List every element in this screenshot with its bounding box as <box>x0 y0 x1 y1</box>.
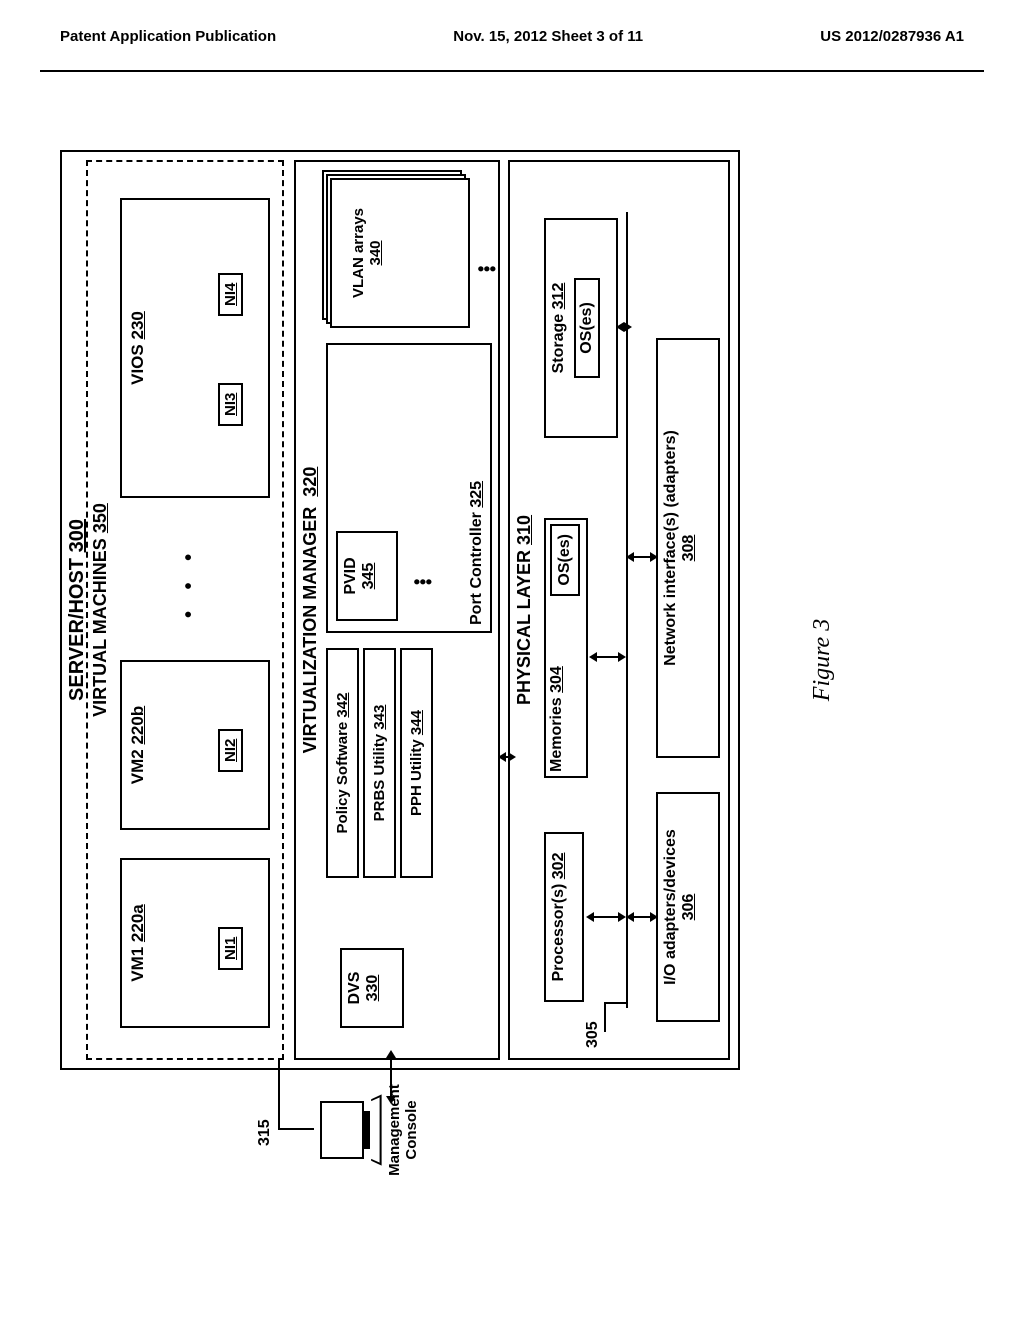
ni4-box: NI4 <box>218 273 243 316</box>
proc-bus-arrow <box>588 916 624 918</box>
nic-bus-arrow <box>628 556 656 558</box>
storage-box: Storage 312 OS(es) <box>544 218 618 438</box>
util-stack: Policy Software 342 PRBS Utility 343 PPH… <box>326 648 437 878</box>
prbs-utility-box: PRBS Utility 343 <box>363 648 396 878</box>
dvs-box: DVS330 <box>340 948 404 1028</box>
storage-bus-arrow <box>618 326 630 328</box>
header-left: Patent Application Publication <box>60 28 276 68</box>
mem-bus-arrow <box>591 656 624 658</box>
port-controller-label: Port Controller 325 <box>468 481 486 625</box>
bus-leader <box>604 1002 628 1032</box>
vm-layer-title: VIRTUAL MACHINES 350 <box>90 503 111 717</box>
virtual-machines-layer: VIRTUAL MACHINES 350 VM1 220a NI1 VM2 22… <box>86 160 284 1060</box>
figure-rotated-container: 315 Management Console SERVER/HOST 300 V… <box>60 140 800 1180</box>
vlan-card-1: VLAN arrays340 <box>330 178 470 328</box>
bus-ref: 305 <box>584 1021 602 1048</box>
server-host-box: SERVER/HOST 300 VIRTUAL MACHINES 350 VM1… <box>60 150 740 1070</box>
keyboard-icon <box>371 1094 381 1165</box>
page-header: Patent Application Publication Nov. 15, … <box>0 28 1024 68</box>
header-rule <box>40 70 984 72</box>
header-center: Nov. 15, 2012 Sheet 3 of 11 <box>453 28 643 68</box>
management-console: Management Console <box>320 1080 420 1180</box>
ni1-box: NI1 <box>218 927 243 970</box>
storage-oses: OS(es) <box>574 278 600 378</box>
policy-software-box: Policy Software 342 <box>326 648 359 878</box>
phys-title: PHYSICAL LAYER 310 <box>514 515 535 705</box>
port-controller-box: Port Controller 325 PVID345 ••• <box>326 343 492 633</box>
processors-box: Processor(s) 302 <box>544 832 584 1002</box>
io-adapters-box: I/O adapters/devices306 <box>656 792 720 1022</box>
vmgr-title: VIRTUALIZATION MANAGER 320 <box>300 467 321 754</box>
virtualization-manager-box: VIRTUALIZATION MANAGER 320 DVS330 Policy… <box>294 160 500 1060</box>
header-right: US 2012/0287936 A1 <box>820 28 964 68</box>
pph-utility-box: PPH Utility 344 <box>400 648 433 878</box>
vm1-label: VM1 220a <box>128 860 148 1026</box>
vm1-box: VM1 220a NI1 <box>120 858 270 1028</box>
monitor-icon <box>320 1101 364 1159</box>
ni2-box: NI2 <box>218 729 243 772</box>
vm2-box: VM2 220b NI2 <box>120 660 270 830</box>
figure-caption: Figure 3 <box>809 619 836 701</box>
vios-box: VIOS 230 NI3 NI4 <box>120 198 270 498</box>
vmgr-phys-arrow <box>500 756 514 758</box>
vlan-arrays-stack: VLAN arrays340 ••• <box>322 168 492 328</box>
physical-layer-box: PHYSICAL LAYER 310 305 Processor(s) 302 … <box>508 160 730 1060</box>
memories-box: Memories 304 OS(es) <box>544 518 588 778</box>
network-interfaces-box: Network interface(s) (adapters)308 <box>656 338 720 758</box>
mconsole-ref: 315 <box>256 1119 274 1146</box>
vm2-label: VM2 220b <box>128 662 148 828</box>
vm-ellipsis: • • • <box>178 546 201 618</box>
vlan-ellipsis: ••• <box>478 266 496 272</box>
memories-oses: OS(es) <box>550 524 580 596</box>
pvid-ellipsis: ••• <box>414 579 432 585</box>
ni3-box: NI3 <box>218 383 243 426</box>
pvid-box: PVID345 <box>336 531 398 621</box>
figure-3: 315 Management Console SERVER/HOST 300 V… <box>60 140 800 1180</box>
io-bus-arrow <box>628 916 656 918</box>
vios-label: VIOS 230 <box>128 200 148 496</box>
